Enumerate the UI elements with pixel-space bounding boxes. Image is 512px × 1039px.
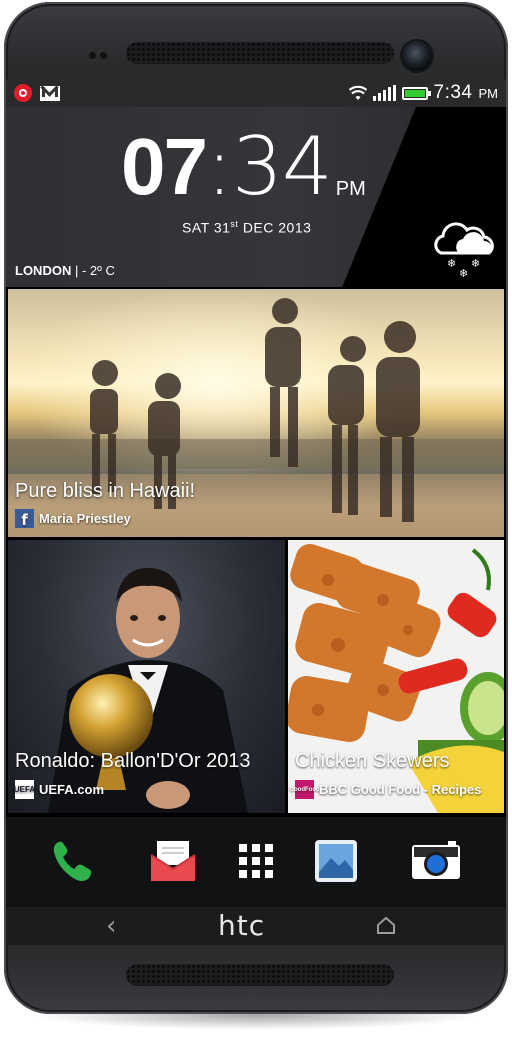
weather-city: LONDON	[15, 263, 72, 278]
tile-source-name: UEFA.com	[39, 782, 105, 797]
earpiece-speaker-grille	[126, 42, 394, 64]
date-day: SAT 31	[182, 219, 231, 236]
app-dock	[6, 817, 506, 907]
home-icon[interactable]	[376, 915, 396, 935]
gmail-icon	[40, 85, 60, 101]
beats-audio-icon	[14, 84, 32, 102]
date-ordinal: st	[230, 219, 239, 229]
back-button[interactable]: ‹	[106, 911, 116, 941]
wifi-icon	[348, 85, 367, 100]
sensor-dot	[100, 52, 107, 59]
tile-title: Chicken Skewers	[295, 750, 450, 772]
gallery-app-button[interactable]	[310, 835, 362, 887]
mail-app-button[interactable]	[147, 835, 199, 887]
news-tile-chicken-skewers[interactable]: Chicken Skewers GoodFood BBC Good Food -…	[288, 540, 504, 813]
phone-screen: 7:34 PM 07 : 34 PM SAT 31st DEC 2013 LON…	[6, 79, 506, 945]
tile-title: Pure bliss in Hawaii!	[15, 480, 196, 502]
tile-title: Ronaldo: Ballon'D'Or 2013	[15, 750, 251, 772]
front-camera-icon	[402, 41, 432, 71]
sensor-dot	[89, 52, 96, 59]
mail-icon	[150, 841, 196, 881]
clock-separator: :	[205, 120, 233, 213]
svg-text:❄: ❄	[471, 258, 480, 270]
camera-icon	[412, 841, 460, 879]
uefa-icon: UEFA	[14, 780, 35, 799]
signal-bars-icon	[372, 85, 396, 101]
bottom-speaker-grille	[126, 964, 394, 986]
phone-icon	[53, 841, 92, 881]
tile-source: UEFA UEFA.com	[14, 780, 105, 799]
clock-date: SAT 31st DEC 2013	[182, 219, 311, 236]
status-bar: 7:34 PM	[6, 79, 506, 107]
tile-source: f Maria Priestley	[15, 509, 131, 529]
tile-source-name: Maria Priestley	[39, 511, 131, 526]
snow-cloud-icon[interactable]: ❄ ❄ ❄	[429, 219, 499, 279]
svg-text:❄: ❄	[447, 258, 456, 270]
svg-text:❄: ❄	[459, 268, 468, 279]
navigation-bar: ‹ htc	[6, 907, 506, 945]
weather-location[interactable]: LONDON | - 2º C	[15, 263, 115, 278]
facebook-icon: f	[15, 509, 34, 529]
gallery-icon	[315, 840, 357, 882]
phone-app-button[interactable]	[46, 835, 98, 887]
clock-display[interactable]: 07 : 34 PM	[121, 127, 366, 207]
goodfood-icon: GoodFood	[289, 780, 320, 799]
camera-app-button[interactable]	[410, 835, 462, 887]
status-ampm: PM	[478, 85, 499, 101]
htc-logo: htc	[218, 909, 266, 942]
news-tile-ronaldo[interactable]: Ronaldo: Ballon'D'Or 2013 UEFA UEFA.com	[8, 540, 285, 813]
news-tile-hawaii[interactable]: Pure bliss in Hawaii! f Maria Priestley	[8, 289, 504, 537]
clock-minutes: 34	[231, 120, 333, 213]
status-time: 7:34	[433, 82, 473, 103]
date-month-year: DEC 2013	[242, 219, 312, 236]
clock-hours: 07	[121, 122, 208, 211]
tile-source: GoodFood BBC Good Food - Recipes	[289, 780, 482, 799]
app-grid-icon	[239, 844, 273, 878]
battery-icon	[401, 86, 431, 100]
clock-ampm: PM	[335, 178, 366, 200]
all-apps-button[interactable]	[230, 835, 282, 887]
weather-temperature: | - 2º C	[71, 263, 115, 278]
tile-source-name: BBC Good Food - Recipes	[319, 782, 482, 797]
